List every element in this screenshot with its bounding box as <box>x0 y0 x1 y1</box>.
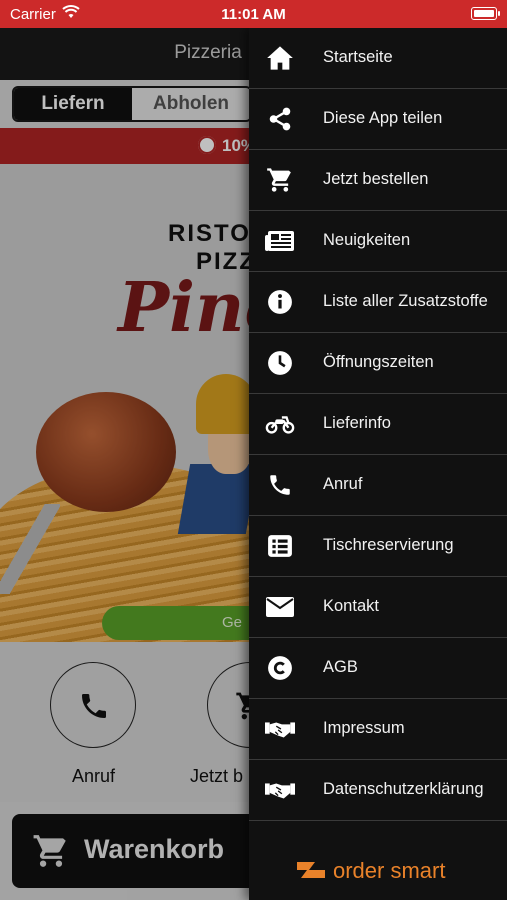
menu-item-table-reservation[interactable]: Tischreservierung <box>249 516 507 577</box>
clock-icon <box>265 349 295 377</box>
menu-item-label: Öffnungszeiten <box>323 353 434 371</box>
list-icon <box>265 532 295 560</box>
copyright-icon <box>265 654 295 682</box>
home-icon <box>265 44 295 72</box>
menu-item-label: Impressum <box>323 719 405 737</box>
share-icon <box>265 105 295 133</box>
handshake-icon <box>265 715 295 743</box>
envelope-icon <box>265 593 295 621</box>
info-icon <box>265 288 295 316</box>
brand-name: order smart <box>333 858 446 883</box>
menu-item-label: Tischreservierung <box>323 536 454 554</box>
menu-item-startseite[interactable]: Startseite <box>249 28 507 89</box>
menu-item-order-now[interactable]: Jetzt bestellen <box>249 150 507 211</box>
menu-item-label: Neuigkeiten <box>323 231 411 249</box>
order-smart-mark-icon <box>297 862 325 878</box>
menu-item-call[interactable]: Anruf <box>249 455 507 516</box>
newspaper-icon <box>265 227 295 255</box>
menu-item-label: Anruf <box>323 475 363 493</box>
menu-item-label: Lieferinfo <box>323 414 391 432</box>
battery-icon <box>471 7 500 20</box>
menu-item-share[interactable]: Diese App teilen <box>249 89 507 150</box>
menu-item-label: Startseite <box>323 48 393 66</box>
menu-item-label: Kontakt <box>323 597 379 615</box>
handshake-icon <box>265 776 295 804</box>
menu-item-label: Jetzt bestellen <box>323 170 429 188</box>
menu-item-delivery-info[interactable]: Lieferinfo <box>249 394 507 455</box>
phone-icon <box>265 471 295 499</box>
menu-item-label: Diese App teilen <box>323 109 443 127</box>
menu-item-additives[interactable]: Liste aller Zusatzstoffe <box>249 272 507 333</box>
menu-item-privacy[interactable]: Datenschutzerklärung <box>249 760 507 821</box>
menu-item-news[interactable]: Neuigkeiten <box>249 211 507 272</box>
menu-item-label: AGB <box>323 658 358 676</box>
cart-icon <box>265 166 295 194</box>
menu-item-label: Liste aller Zusatzstoffe <box>323 292 488 310</box>
status-bar: Carrier 11:01 AM <box>0 0 507 28</box>
menu-item-opening-hours[interactable]: Öffnungszeiten <box>249 333 507 394</box>
motorcycle-icon <box>265 410 295 438</box>
menu-item-agb[interactable]: AGB <box>249 638 507 699</box>
clock-time: 11:01 AM <box>221 6 286 23</box>
side-menu: Startseite Diese App teilen Jetzt bestel… <box>249 28 507 900</box>
menu-item-contact[interactable]: Kontakt <box>249 577 507 638</box>
menu-item-impressum[interactable]: Impressum <box>249 699 507 760</box>
menu-item-label: Datenschutzerklärung <box>323 780 484 798</box>
